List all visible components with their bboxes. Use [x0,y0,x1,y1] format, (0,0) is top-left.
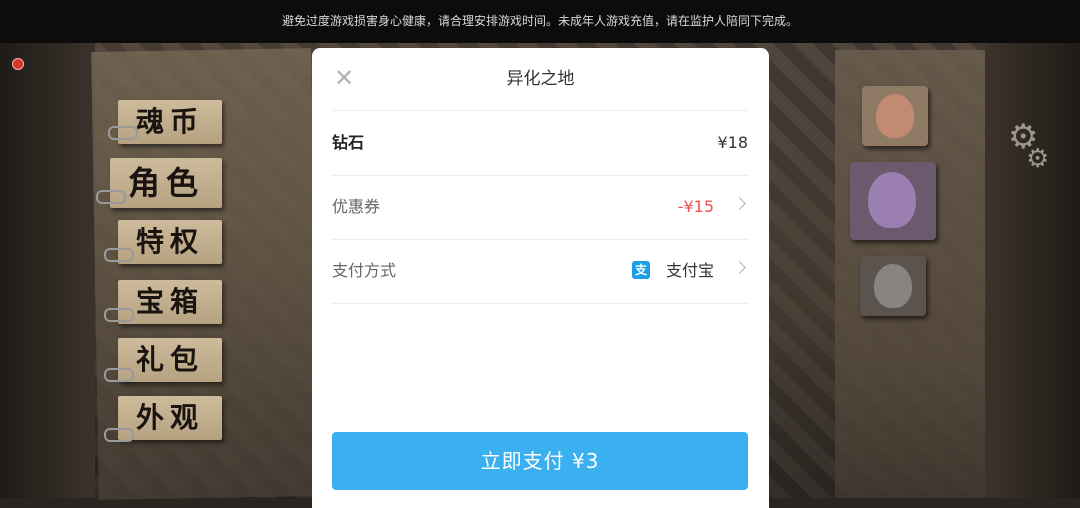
payment-method-value: 支付宝 [665,261,714,280]
character-portrait[interactable] [850,162,936,240]
paperclip-icon [104,428,134,442]
close-icon[interactable]: ✕ [332,66,356,90]
game-menu-label: 礼包 [136,343,205,376]
anti-addiction-notice: 避免过度游戏损害身心健康，请合理安排游戏时间。未成年人游戏充值，请在监护人陪同下… [0,0,1080,43]
game-menu-label: 宝箱 [136,285,205,318]
settings-gear-icon: ⚙ [1026,144,1050,174]
alipay-icon: 支 [632,261,650,279]
coupon-label: 优惠券 [332,197,381,216]
product-name: 钻石 [332,133,365,152]
chevron-right-icon [733,261,746,274]
game-menu-label: 外观 [136,401,205,434]
paperclip-icon [96,190,126,204]
product-price: ¥18 [717,133,748,152]
paperclip-icon [104,308,134,322]
payment-sheet: 异化之地 ✕ 钻石 ¥18 优惠券 -¥15 支付方式 支 支付宝 立即支付 ¥… [312,48,769,508]
game-menu-label: 特权 [136,225,205,258]
game-menu-item-characters[interactable]: 角色 [110,158,223,208]
payment-method-label: 支付方式 [332,261,397,280]
chevron-right-icon [733,197,746,210]
game-edge-right [985,43,1080,498]
coupon-discount: -¥15 [677,197,714,216]
divider [332,303,748,304]
paperclip-icon [104,368,134,382]
character-face [876,94,914,138]
pay-now-button[interactable]: 立即支付 ¥3 [332,432,748,490]
coupon-row[interactable]: 优惠券 -¥15 [332,175,748,239]
product-row: 钻石 ¥18 [332,111,748,175]
game-menu-label: 魂币 [136,105,205,138]
game-menu-label: 角色 [128,164,205,202]
character-face [868,172,916,228]
notice-text: 避免过度游戏损害身心健康，请合理安排游戏时间。未成年人游戏充值，请在监护人陪同下… [281,14,798,28]
character-face [874,264,912,308]
notification-dot [12,58,24,70]
character-portrait[interactable] [862,86,928,146]
payment-sheet-header: 异化之地 ✕ [312,48,769,110]
game-edge-left [0,43,95,498]
paperclip-icon [108,126,138,140]
payment-sheet-title: 异化之地 [506,69,575,89]
payment-method-row[interactable]: 支付方式 支 支付宝 [332,239,748,303]
paperclip-icon [104,248,134,262]
character-portrait[interactable] [860,256,926,316]
